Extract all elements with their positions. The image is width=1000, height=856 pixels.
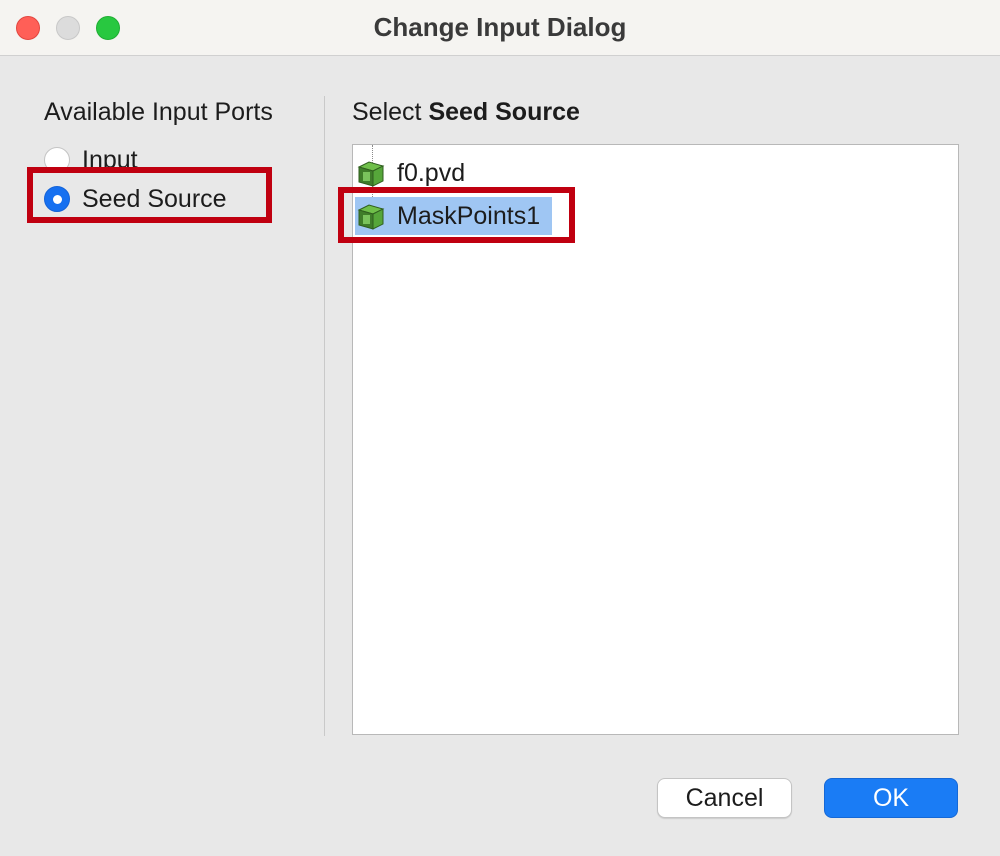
title-bar: Change Input Dialog: [0, 0, 1000, 56]
ok-button[interactable]: OK: [824, 778, 958, 818]
heading-prefix: Select: [352, 98, 422, 126]
window-title: Change Input Dialog: [373, 12, 627, 42]
green-cube-icon: [357, 161, 385, 187]
cancel-button[interactable]: Cancel: [657, 778, 792, 818]
available-input-ports-heading: Available Input Ports: [44, 98, 273, 126]
list-item-label: f0.pvd: [397, 158, 466, 187]
select-source-heading: Select Seed Source: [352, 98, 580, 127]
highlight-box-seed-source: [27, 167, 272, 223]
heading-bold: Seed Source: [428, 98, 580, 126]
change-input-dialog: Change Input Dialog Available Input Port…: [0, 0, 1000, 856]
panel-divider: [324, 96, 325, 736]
highlight-box-maskpoints1: [338, 187, 575, 243]
